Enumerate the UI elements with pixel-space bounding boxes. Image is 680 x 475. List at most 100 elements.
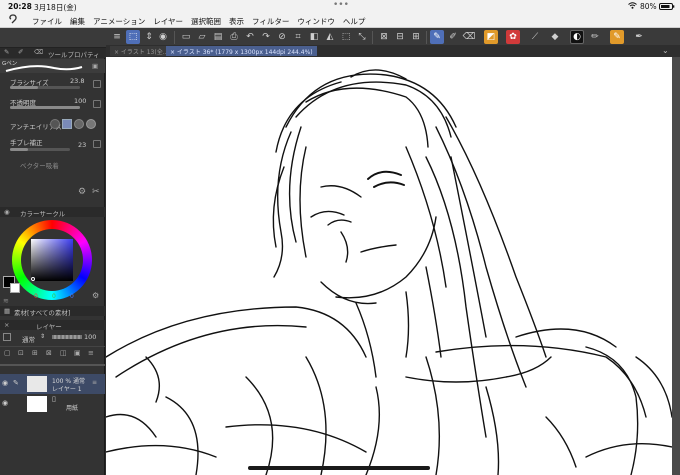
eraser-small-icon[interactable]: ⌫: [34, 48, 43, 56]
menu-selection[interactable]: 選択範囲: [191, 16, 221, 27]
layer-row-paper[interactable]: ◉ ▯ 用紙: [0, 395, 105, 413]
eraser-icon[interactable]: ⌫: [462, 30, 476, 44]
vector-snap-label: ベクター吸着: [20, 162, 59, 170]
close-icon[interactable]: ×: [4, 321, 9, 329]
color-palette-icon[interactable]: ✿: [506, 30, 520, 44]
brush-preview[interactable]: Gペン ▣: [0, 59, 105, 73]
background-color-swatch[interactable]: [10, 283, 20, 293]
hamburger-icon[interactable]: ≡: [110, 30, 124, 44]
stabilizer-settings-icon[interactable]: [93, 140, 101, 148]
stabilizer-label: 手ブレ補正: [10, 139, 43, 147]
toolbar-divider: [426, 31, 427, 44]
value-g: 0: [52, 293, 56, 300]
battery-percent: 80%: [640, 2, 657, 11]
lock-layer-icon[interactable]: ⊞: [32, 349, 38, 357]
visibility-eye-icon[interactable]: ◉: [2, 399, 8, 407]
clear-icon[interactable]: ⊠: [377, 30, 391, 44]
material-header: ▦ 素材[すべての素材]: [0, 306, 105, 317]
clear-outside-icon[interactable]: ⊟: [393, 30, 407, 44]
swap-color-icon[interactable]: ≋: [3, 297, 9, 305]
menu-help[interactable]: ヘルプ: [343, 16, 366, 27]
document-tabs: × イラスト 13(全… × イラスト 36* (1779 x 1300px 1…: [106, 45, 680, 57]
fill-selection-icon[interactable]: ⊞: [409, 30, 423, 44]
blend-mode-value[interactable]: 通常: [22, 334, 35, 344]
eye-icon[interactable]: ◉: [156, 30, 170, 44]
pipette-icon[interactable]: ⟋: [528, 30, 542, 44]
antialias-medium-option[interactable]: [74, 119, 84, 129]
status-bar: 20:28 3月18日(金) ••• 80%: [0, 0, 680, 13]
invert-icon[interactable]: ◧: [307, 30, 321, 44]
layer-header: × レイヤー: [0, 320, 105, 331]
pen-preset-icon[interactable]: ✎: [610, 30, 624, 44]
settings-icon[interactable]: ⚙: [78, 187, 86, 197]
open-icon[interactable]: ▱: [195, 30, 209, 44]
color-picker-handle[interactable]: [31, 277, 35, 281]
menu-file[interactable]: ファイル: [32, 16, 62, 27]
fill-bucket-icon[interactable]: ◆: [548, 30, 562, 44]
menu-filter[interactable]: フィルター: [252, 16, 289, 27]
brush-tool-icon[interactable]: ✐: [446, 30, 460, 44]
blend-chevron-icon[interactable]: ⇕: [40, 333, 45, 340]
lock-icon[interactable]: ▣: [92, 62, 98, 70]
chevron-updown-icon[interactable]: ⇕: [142, 30, 156, 44]
layer-opacity-slider[interactable]: [52, 335, 82, 339]
menu-layer[interactable]: レイヤー: [153, 16, 183, 27]
opacity-settings-icon[interactable]: [93, 100, 101, 108]
layer-row-1[interactable]: ◉ ✎ 100 % 通常 レイヤー 1 ≡: [0, 374, 105, 394]
brush-icon[interactable]: ✐: [18, 48, 23, 56]
home-indicator[interactable]: [248, 466, 430, 470]
delete-layer-icon[interactable]: ▣: [74, 349, 81, 357]
fill-icon[interactable]: ◭: [323, 30, 337, 44]
blend-icon[interactable]: ✏: [588, 30, 602, 44]
opacity-slider[interactable]: [10, 106, 80, 109]
wrench-icon[interactable]: ✂: [92, 187, 100, 197]
new-file-icon[interactable]: ▭: [179, 30, 193, 44]
palette-icon: ◉: [4, 208, 10, 216]
menu-edit[interactable]: 編集: [70, 16, 85, 27]
transform-icon[interactable]: ⬚: [339, 30, 353, 44]
undo-icon[interactable]: ↶: [243, 30, 257, 44]
deselect-icon[interactable]: ⊘: [275, 30, 289, 44]
drawing-canvas[interactable]: [106, 57, 672, 475]
multitask-dots[interactable]: •••: [333, 0, 349, 10]
gradient-icon[interactable]: ◐: [570, 30, 584, 44]
opacity-value: 100: [74, 97, 87, 105]
clip-icon[interactable]: ⊡: [18, 349, 24, 357]
menu-view[interactable]: 表示: [229, 16, 244, 27]
stabilizer-slider[interactable]: [10, 148, 70, 151]
antialias-none-option[interactable]: [50, 119, 60, 129]
menu-animation[interactable]: アニメーション: [93, 16, 145, 27]
color-wheel[interactable]: [12, 220, 92, 300]
pen-tool-icon[interactable]: ✎: [430, 30, 444, 44]
pen-icon[interactable]: ✒: [632, 30, 646, 44]
visibility-eye-icon[interactable]: ◉: [2, 379, 8, 387]
select-tool-icon[interactable]: ⬚: [126, 30, 140, 44]
app-logo-icon[interactable]: [8, 14, 18, 27]
saturation-value-square[interactable]: [31, 239, 73, 281]
doc-tab-illust-36[interactable]: × イラスト 36* (1779 x 1300px 144dpi 244.4%): [166, 46, 317, 56]
new-layer-icon[interactable]: ▢: [4, 349, 11, 357]
pencil-icon[interactable]: ✎: [4, 48, 9, 56]
print-icon[interactable]: ⎙: [227, 30, 241, 44]
antialias-strong-option[interactable]: [86, 119, 96, 129]
redo-icon[interactable]: ↷: [259, 30, 273, 44]
layer-settings-icon[interactable]: [3, 333, 11, 341]
brush-size-settings-icon[interactable]: [93, 80, 101, 88]
layer-handle-icon[interactable]: ≡: [92, 379, 97, 386]
crop-icon[interactable]: ⌗: [291, 30, 305, 44]
stabilizer-value: 23: [78, 141, 87, 149]
reference-icon[interactable]: ⊠: [46, 349, 52, 357]
menu-window[interactable]: ウィンドウ: [297, 16, 335, 27]
vertical-scrollbar[interactable]: [672, 57, 680, 475]
more-icon[interactable]: ≡: [88, 349, 94, 357]
chevron-down-icon[interactable]: ⌄: [662, 46, 669, 55]
scale-icon[interactable]: ⤡: [355, 30, 369, 44]
doc-tab-illust-13[interactable]: × イラスト 13(全…: [110, 46, 173, 56]
antialias-weak-option[interactable]: [62, 119, 72, 129]
layer-blend-row[interactable]: 通常 ⇕ 100: [0, 332, 105, 344]
save-icon[interactable]: ▤: [211, 30, 225, 44]
color-set-icon[interactable]: ◩: [484, 30, 498, 44]
brush-size-slider[interactable]: [10, 86, 80, 89]
mask-icon[interactable]: ◫: [60, 349, 67, 357]
color-settings-icon[interactable]: ⚙: [92, 291, 99, 300]
